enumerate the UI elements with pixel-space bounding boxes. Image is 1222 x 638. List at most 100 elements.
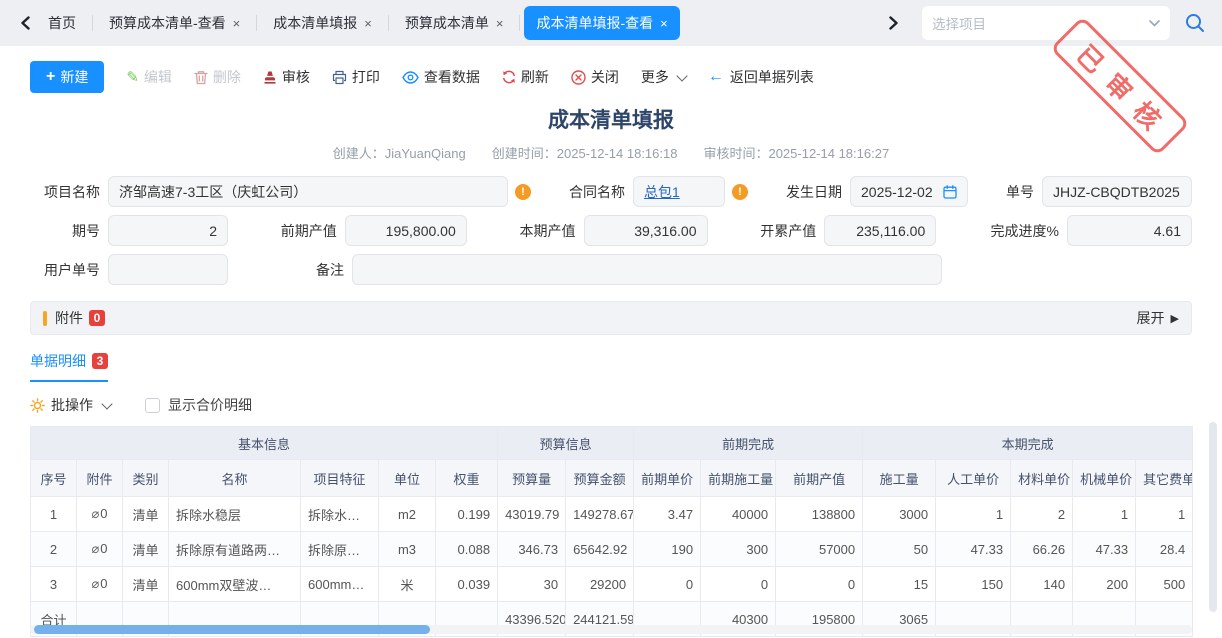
tab-close-icon[interactable]: × (364, 16, 372, 31)
tab-close-icon[interactable]: × (496, 16, 504, 31)
cell-attachment[interactable]: ⌀0 (77, 567, 123, 602)
tab-budget-cost-list-view[interactable]: 预算成本清单-查看× (97, 6, 252, 40)
doc-no-field[interactable]: JHJZ-CBQDTB2025 (1042, 176, 1192, 207)
batch-operation-label: 批操作 (51, 395, 93, 415)
refresh-button[interactable]: 刷新 (502, 67, 549, 87)
cell-budget-amount: 149278.67 (566, 497, 634, 532)
tabs-scroll-right-icon[interactable] (882, 12, 904, 34)
occur-date-field[interactable]: 2025-12-02 (850, 176, 968, 207)
cell-qty: 50 (863, 532, 936, 567)
cell-qty: 15 (863, 567, 936, 602)
cell-other-price: 28.4 (1136, 532, 1193, 567)
contract-name-field[interactable]: 总包1 (633, 176, 725, 207)
new-button[interactable]: +新建 (30, 61, 104, 93)
project-select[interactable]: 选择项目 (922, 6, 1170, 40)
cur-output-field[interactable]: 39,316.00 (584, 215, 708, 246)
tab-cost-list-fill[interactable]: 成本清单填报× (261, 6, 384, 40)
new-button-label: 新建 (60, 67, 88, 87)
cell-budget-qty: 43019.79 (498, 497, 566, 532)
tab-separator (92, 15, 93, 31)
warning-icon: ! (515, 184, 531, 200)
column-header: 施工量 (863, 460, 936, 497)
print-button[interactable]: 打印 (332, 67, 380, 87)
column-header: 附件 (77, 460, 123, 497)
print-label: 打印 (352, 67, 380, 87)
user-doc-no-field[interactable] (108, 254, 228, 285)
column-header: 材料单价 (1011, 460, 1073, 497)
cell-unit: 米 (379, 567, 436, 602)
attachment-bar[interactable]: 附件 0 展开 ▶ (30, 301, 1192, 335)
close-button[interactable]: 关闭 (571, 67, 619, 87)
back-to-list-button[interactable]: ←返回单据列表 (708, 67, 814, 87)
column-header: 预算量 (498, 460, 566, 497)
cum-output-value: 235,116.00 (856, 223, 925, 239)
tabs-scroll-left-icon[interactable] (14, 12, 36, 34)
project-name-field[interactable]: 济邹高速7-3工区（庆虹公司） (108, 176, 508, 207)
cell-prev-qty: 40000 (701, 497, 776, 532)
doc-no-value: JHJZ-CBQDTB2025 (1053, 184, 1180, 200)
creator-text: 创建人：JiaYuanQiang (333, 143, 466, 162)
doc-meta: 创建人：JiaYuanQiang 创建时间：2025-12-14 18:16:1… (0, 143, 1222, 162)
search-icon[interactable] (1182, 10, 1208, 36)
period-field[interactable]: 2 (108, 215, 228, 246)
delete-button[interactable]: 删除 (194, 67, 241, 87)
close-label: 关闭 (591, 67, 619, 87)
vertical-scrollbar-thumb[interactable] (1209, 422, 1217, 612)
expand-label: 展开 (1137, 308, 1165, 328)
cell-budget-amount: 65642.92 (566, 532, 634, 567)
remark-field[interactable] (352, 254, 942, 285)
contract-link[interactable]: 总包1 (644, 182, 680, 202)
batch-operation-button[interactable]: 批操作 (30, 395, 111, 415)
column-header: 其它费单价 (1136, 460, 1193, 497)
detail-tabs: 单据明细 3 (30, 351, 1192, 382)
progress-field[interactable]: 4.61 (1067, 215, 1192, 246)
printer-icon (332, 70, 347, 85)
audit-button[interactable]: 审核 (263, 67, 310, 87)
user-doc-no-label: 用户单号 (30, 260, 100, 280)
cell-attachment[interactable]: ⌀0 (77, 497, 123, 532)
calendar-icon[interactable] (943, 185, 957, 199)
table-row[interactable]: 3⌀0清单600mm双壁波…600mm…米0.03930292000001515… (31, 567, 1193, 602)
view-data-button[interactable]: 查看数据 (402, 67, 480, 87)
column-header: 权重 (436, 460, 498, 497)
tab-budget-cost-list[interactable]: 预算成本清单× (393, 6, 516, 40)
cell-budget-qty: 346.73 (498, 532, 566, 567)
table-row[interactable]: 1⌀0清单拆除水稳层拆除水…m20.19943019.79149278.673.… (31, 497, 1193, 532)
prev-output-value: 195,800.00 (386, 223, 456, 239)
cell-category: 清单 (123, 532, 169, 567)
tab-home[interactable]: 首页 (36, 6, 88, 40)
expand-button[interactable]: 展开 ▶ (1137, 308, 1179, 328)
column-header: 单位 (379, 460, 436, 497)
cell-labor-price: 150 (936, 567, 1011, 602)
cum-output-field[interactable]: 235,116.00 (824, 215, 936, 246)
tab-cost-list-fill-view-active[interactable]: 成本清单填报-查看× (524, 6, 679, 40)
paperclip-icon: ⌀ (91, 506, 99, 521)
cell-material-price: 140 (1011, 567, 1073, 602)
prev-output-field[interactable]: 195,800.00 (345, 215, 467, 246)
edit-button[interactable]: ✎编辑 (126, 67, 172, 87)
table-row[interactable]: 2⌀0清单拆除原有道路两…拆除原…m30.088346.7365642.9219… (31, 532, 1193, 567)
audited-time-text: 审核时间：2025-12-14 18:16:27 (703, 143, 889, 162)
cell-feature: 拆除原… (301, 532, 379, 567)
cell-attachment[interactable]: ⌀0 (77, 532, 123, 567)
view-data-label: 查看数据 (424, 67, 480, 87)
cell-budget-qty: 30 (498, 567, 566, 602)
horizontal-scrollbar-thumb[interactable] (34, 625, 430, 634)
paperclip-icon: ⌀ (91, 541, 99, 556)
project-name-label: 项目名称 (30, 182, 100, 202)
column-header: 人工单价 (936, 460, 1011, 497)
cell-prev-price: 190 (634, 532, 701, 567)
show-total-detail-option[interactable]: 显示合价明细 (145, 395, 252, 415)
cell-material-price: 2 (1011, 497, 1073, 532)
tab-close-icon[interactable]: × (233, 16, 241, 31)
tab-close-icon[interactable]: × (660, 16, 668, 31)
tab-doc-detail[interactable]: 单据明细 3 (30, 351, 108, 382)
cur-output-value: 39,316.00 (634, 223, 696, 239)
checkbox-icon[interactable] (145, 398, 160, 413)
cell-name: 600mm双壁波… (169, 567, 301, 602)
cell-labor-price: 47.33 (936, 532, 1011, 567)
more-button[interactable]: 更多 (641, 67, 686, 87)
chevron-down-icon (676, 70, 687, 81)
column-header: 项目特征 (301, 460, 379, 497)
doc-detail-count-badge: 3 (92, 353, 108, 369)
